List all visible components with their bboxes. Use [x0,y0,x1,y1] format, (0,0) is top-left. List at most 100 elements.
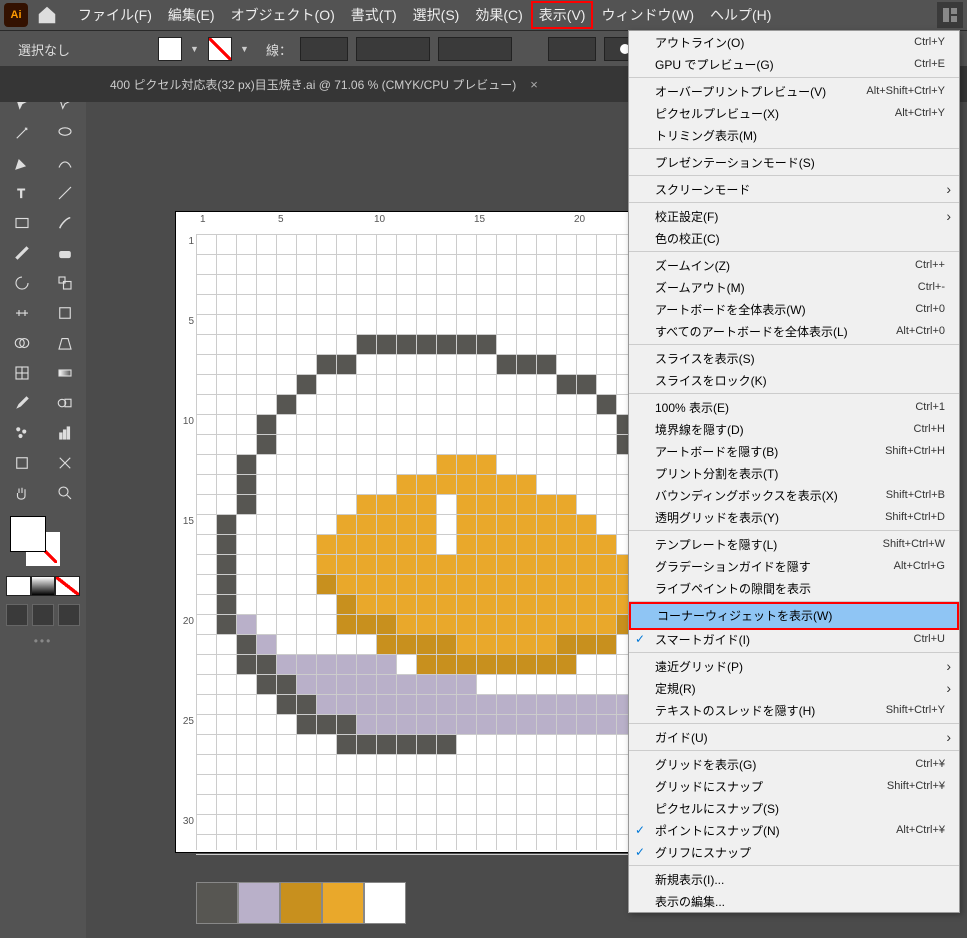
gradient-mode[interactable] [31,576,56,596]
gradient-tool[interactable] [43,358,86,388]
draw-normal[interactable] [6,604,28,626]
color-mode[interactable] [6,576,31,596]
tab-close-icon[interactable]: × [530,77,538,92]
symbol-sprayer-tool[interactable] [0,418,43,448]
menu-item[interactable]: ピクセルプレビュー(X)Alt+Ctrl+Y [629,102,959,124]
menu-item[interactable]: トリミング表示(M) [629,124,959,149]
hand-tool[interactable] [0,478,43,508]
menu-object[interactable]: オブジェクト(O) [223,1,343,29]
mesh-tool[interactable] [0,358,43,388]
perspective-tool[interactable] [43,328,86,358]
brush-def-input[interactable] [438,37,512,61]
menu-item[interactable]: ✓グリフにスナップ [629,841,959,866]
menu-item[interactable]: オーバープリントプレビュー(V)Alt+Shift+Ctrl+Y [629,80,959,102]
menu-file[interactable]: ファイル(F) [70,1,160,29]
opacity-input[interactable] [548,37,596,61]
draw-inside[interactable] [58,604,80,626]
menu-item[interactable]: テンプレートを隠す(L)Shift+Ctrl+W [629,533,959,555]
draw-behind[interactable] [32,604,54,626]
shape-builder-tool[interactable] [0,328,43,358]
menu-item[interactable]: すべてのアートボードを全体表示(L)Alt+Ctrl+0 [629,320,959,345]
menu-item[interactable]: スクリーンモード [629,178,959,203]
menu-item[interactable]: ピクセルにスナップ(S) [629,797,959,819]
menu-item[interactable]: 遠近グリッド(P) [629,655,959,677]
menu-select[interactable]: 選択(S) [405,1,468,29]
menu-item[interactable]: バウンディングボックスを表示(X)Shift+Ctrl+B [629,484,959,506]
pixel [477,715,496,734]
palette-swatch[interactable] [196,882,238,924]
rotate-tool[interactable] [0,268,43,298]
workspace-switcher-icon[interactable] [937,2,963,28]
menu-item[interactable]: アートボードを全体表示(W)Ctrl+0 [629,298,959,320]
menu-item[interactable]: プリント分割を表示(T) [629,462,959,484]
menu-item[interactable]: ✓ポイントにスナップ(N)Alt+Ctrl+¥ [629,819,959,841]
menu-type[interactable]: 書式(T) [343,1,405,29]
menu-item[interactable]: ライブペイントの隙間を表示 [629,577,959,602]
menu-item[interactable]: グリッドを表示(G)Ctrl+¥ [629,753,959,775]
menu-item[interactable]: スライスを表示(S) [629,347,959,369]
none-mode[interactable] [55,576,80,596]
fill-stroke-indicator[interactable] [6,514,80,570]
edit-toolbar-icon[interactable]: ••• [0,634,86,648]
menu-item[interactable]: ズームアウト(M)Ctrl+- [629,276,959,298]
menu-item[interactable]: アウトライン(O)Ctrl+Y [629,31,959,53]
menu-item[interactable]: 新規表示(I)... [629,868,959,890]
menu-item[interactable]: 透明グリッドを表示(Y)Shift+Ctrl+D [629,506,959,531]
magic-wand-tool[interactable] [0,118,43,148]
eyedropper-tool[interactable] [0,388,43,418]
free-transform-tool[interactable] [43,298,86,328]
menu-item[interactable]: テキストのスレッドを隠す(H)Shift+Ctrl+Y [629,699,959,724]
curvature-tool[interactable] [43,148,86,178]
lasso-tool[interactable] [43,118,86,148]
menu-item[interactable]: 表示の編集... [629,890,959,912]
palette-swatch[interactable] [364,882,406,924]
stroke-dropdown-icon[interactable]: ▼ [240,44,250,54]
scale-tool[interactable] [43,268,86,298]
menu-item[interactable]: ガイド(U) [629,726,959,751]
stroke-profile-input[interactable] [356,37,430,61]
blend-tool[interactable] [43,388,86,418]
menu-item[interactable]: 校正設定(F) [629,205,959,227]
artboard-tool[interactable] [0,448,43,478]
menu-item[interactable]: コーナーウィジェットを表示(W) [629,602,959,630]
menu-help[interactable]: ヘルプ(H) [702,1,779,29]
rectangle-tool[interactable] [0,208,43,238]
menu-item[interactable]: アートボードを隠す(B)Shift+Ctrl+H [629,440,959,462]
eraser-tool[interactable] [43,238,86,268]
menu-window[interactable]: ウィンドウ(W) [593,1,702,29]
fill-dropdown-icon[interactable]: ▼ [190,44,200,54]
menu-item[interactable]: 100% 表示(E)Ctrl+1 [629,396,959,418]
palette-swatch[interactable] [280,882,322,924]
palette-swatch[interactable] [238,882,280,924]
slice-tool[interactable] [43,448,86,478]
width-tool[interactable] [0,298,43,328]
menu-item[interactable]: ✓スマートガイド(I)Ctrl+U [629,628,959,653]
type-tool[interactable]: T [0,178,43,208]
document-tab[interactable]: 400 ピクセル対応表(32 px)目玉焼き.ai @ 71.06 % (CMY… [96,66,552,102]
menu-effect[interactable]: 効果(C) [467,1,530,29]
menu-item[interactable]: 境界線を隠す(D)Ctrl+H [629,418,959,440]
menu-item[interactable]: GPU でプレビュー(G)Ctrl+E [629,53,959,78]
stroke-weight-input[interactable] [300,37,348,61]
stroke-swatch[interactable] [208,37,232,61]
line-tool[interactable] [43,178,86,208]
shaper-tool[interactable] [0,238,43,268]
graph-tool[interactable] [43,418,86,448]
menu-edit[interactable]: 編集(E) [160,1,223,29]
pen-tool[interactable] [0,148,43,178]
fill-indicator[interactable] [10,516,46,552]
menu-item[interactable]: スライスをロック(K) [629,369,959,394]
menu-item[interactable]: プレゼンテーションモード(S) [629,151,959,176]
fill-swatch[interactable] [158,37,182,61]
menu-item[interactable]: 定規(R) [629,677,959,699]
brush-tool[interactable] [43,208,86,238]
palette-swatch[interactable] [322,882,364,924]
menu-item[interactable]: 色の校正(C) [629,227,959,252]
home-icon[interactable] [36,4,58,26]
zoom-tool[interactable] [43,478,86,508]
menu-item[interactable]: グリッドにスナップShift+Ctrl+¥ [629,775,959,797]
menu-item[interactable]: グラデーションガイドを隠すAlt+Ctrl+G [629,555,959,577]
menu-item[interactable]: ズームイン(Z)Ctrl++ [629,254,959,276]
pixel [557,715,576,734]
menu-view[interactable]: 表示(V) [531,1,594,29]
